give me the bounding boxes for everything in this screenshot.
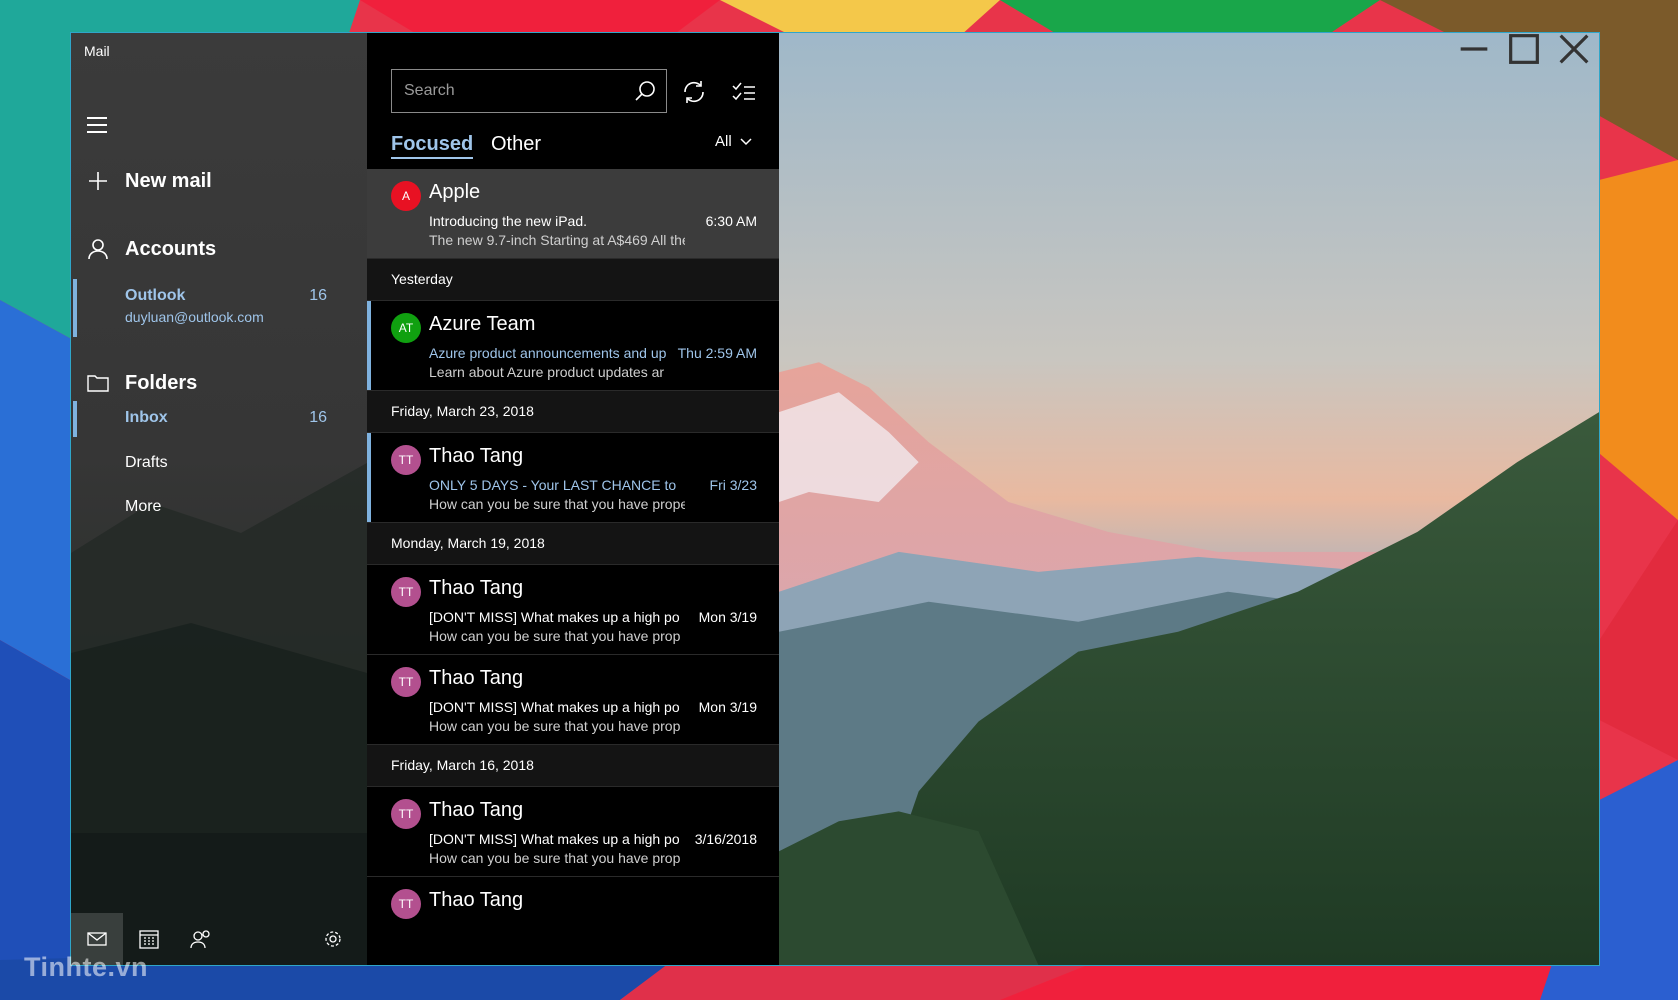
avatar: AT <box>391 313 421 343</box>
message-item[interactable]: A Apple Introducing the new iPad. The ne… <box>367 169 779 259</box>
search-icon[interactable] <box>634 80 656 102</box>
message-item[interactable]: TT Thao Tang <box>367 877 779 965</box>
message-time: Mon 3/19 <box>698 699 757 715</box>
sync-icon[interactable] <box>681 79 707 105</box>
date-group-header: Monday, March 19, 2018 <box>367 523 779 565</box>
message-time: 3/16/2018 <box>694 831 757 847</box>
person-icon <box>87 238 109 260</box>
mail-icon <box>87 932 107 946</box>
message-preview: How can you be sure that you have prop <box>429 850 681 866</box>
people-icon <box>190 930 210 949</box>
account-name: Outlook <box>125 287 186 304</box>
message-preview: How can you be sure that you have prop <box>429 628 681 644</box>
app-title: Mail <box>84 43 110 59</box>
account-unread-count: 16 <box>309 287 327 304</box>
account-email: duyluan@outlook.com <box>125 309 264 325</box>
message-item[interactable]: TT Thao Tang [DON'T MISS] What makes up … <box>367 655 779 745</box>
account-outlook[interactable]: Outlook duyluan@outlook.com 16 <box>71 279 367 337</box>
filter-dropdown[interactable]: All <box>715 133 752 150</box>
message-subject: Azure product announcements and up <box>429 345 667 361</box>
message-preview: How can you be sure that you have prop <box>429 718 681 734</box>
watermark-text: Tinhte.vn <box>24 952 149 982</box>
accounts-label: Accounts <box>125 237 217 260</box>
tab-other[interactable]: Other <box>491 133 541 156</box>
new-mail-button[interactable]: New mail <box>71 161 367 201</box>
avatar: TT <box>391 799 421 829</box>
avatar: TT <box>391 577 421 607</box>
message-list-pane: Focused Other All A Apple Introducing th… <box>367 33 779 965</box>
window-caption-buttons <box>1449 33 1599 65</box>
search-input[interactable] <box>392 82 612 100</box>
new-mail-label: New mail <box>125 169 212 192</box>
unread-indicator <box>367 301 371 390</box>
folders-button[interactable]: Folders <box>71 363 367 403</box>
close-button[interactable] <box>1549 33 1599 65</box>
calendar-icon <box>139 930 159 949</box>
selection-indicator <box>73 279 77 337</box>
avatar: TT <box>391 667 421 697</box>
maximize-button[interactable] <box>1499 33 1549 65</box>
date-group-header: Friday, March 16, 2018 <box>367 745 779 787</box>
plus-icon <box>87 170 109 192</box>
minimize-icon <box>1460 47 1488 51</box>
tab-focused[interactable]: Focused <box>391 133 474 159</box>
message-subject: [DON'T MISS] What makes up a high pot <box>429 699 679 715</box>
message-sender: Thao Tang <box>429 667 524 689</box>
folder-name: Inbox <box>125 409 168 426</box>
unread-indicator <box>367 433 371 522</box>
message-time: 6:30 AM <box>705 213 757 229</box>
message-sender: Apple <box>429 181 481 203</box>
message-item[interactable]: TT Thao Tang [DON'T MISS] What makes up … <box>367 787 779 877</box>
search-box[interactable] <box>391 69 667 113</box>
message-time: Fri 3/23 <box>709 477 757 493</box>
gear-icon <box>325 931 341 947</box>
people-switch-button[interactable] <box>175 913 227 965</box>
settings-button[interactable] <box>307 913 359 965</box>
folder-name: Drafts <box>125 454 168 471</box>
hamburger-menu-button[interactable] <box>87 117 109 135</box>
message-time: Mon 3/19 <box>698 609 757 625</box>
date-group-header: Yesterday <box>367 259 779 301</box>
minimize-button[interactable] <box>1449 33 1499 65</box>
message-subject: Introducing the new iPad. <box>429 213 587 229</box>
message-subject: ONLY 5 DAYS - Your LAST CHANCE to regis <box>429 477 679 493</box>
date-group-header: Friday, March 23, 2018 <box>367 391 779 433</box>
message-preview: Learn about Azure product updates ar <box>429 364 665 380</box>
selection-indicator <box>73 401 77 437</box>
folder-more[interactable]: More <box>71 489 367 525</box>
avatar: TT <box>391 889 421 919</box>
message-sender: Thao Tang <box>429 577 524 599</box>
message-item[interactable]: TT Thao Tang ONLY 5 DAYS - Your LAST CHA… <box>367 433 779 523</box>
reading-pane <box>779 33 1599 965</box>
message-subject: [DON'T MISS] What makes up a high pot <box>429 609 679 625</box>
maximize-icon <box>1509 34 1539 64</box>
message-item[interactable]: AT Azure Team Azure product announcement… <box>367 301 779 391</box>
mountain-landscape-image <box>779 33 1599 965</box>
folder-icon <box>87 372 109 394</box>
folders-label: Folders <box>125 371 198 394</box>
message-preview: The new 9.7-inch Starting at A$469 All t… <box>429 232 685 248</box>
avatar: A <box>391 181 421 211</box>
navigation-pane: Mail New mail Accounts Outlook duyluan@o… <box>71 33 367 965</box>
message-subject: [DON'T MISS] What makes up a high po <box>429 831 679 847</box>
selection-mode-icon[interactable] <box>731 79 757 105</box>
message-sender: Thao Tang <box>429 799 524 821</box>
folder-drafts[interactable]: Drafts <box>71 445 367 481</box>
accounts-button[interactable]: Accounts <box>71 229 367 269</box>
message-list: A Apple Introducing the new iPad. The ne… <box>367 169 779 965</box>
chevron-down-icon <box>740 137 752 145</box>
avatar: TT <box>391 445 421 475</box>
folder-unread-count: 16 <box>309 409 327 426</box>
message-sender: Thao Tang <box>429 445 524 467</box>
message-item[interactable]: TT Thao Tang [DON'T MISS] What makes up … <box>367 565 779 655</box>
message-preview: How can you be sure that you have proper <box>429 496 685 512</box>
message-sender: Azure Team <box>429 313 536 335</box>
folder-inbox[interactable]: Inbox 16 <box>71 401 367 437</box>
mail-window: Mail New mail Accounts Outlook duyluan@o… <box>70 32 1600 966</box>
message-sender: Thao Tang <box>429 889 524 911</box>
filter-label: All <box>715 133 732 150</box>
close-icon <box>1559 34 1589 64</box>
message-time: Thu 2:59 AM <box>677 345 757 361</box>
folder-name: More <box>125 498 162 515</box>
